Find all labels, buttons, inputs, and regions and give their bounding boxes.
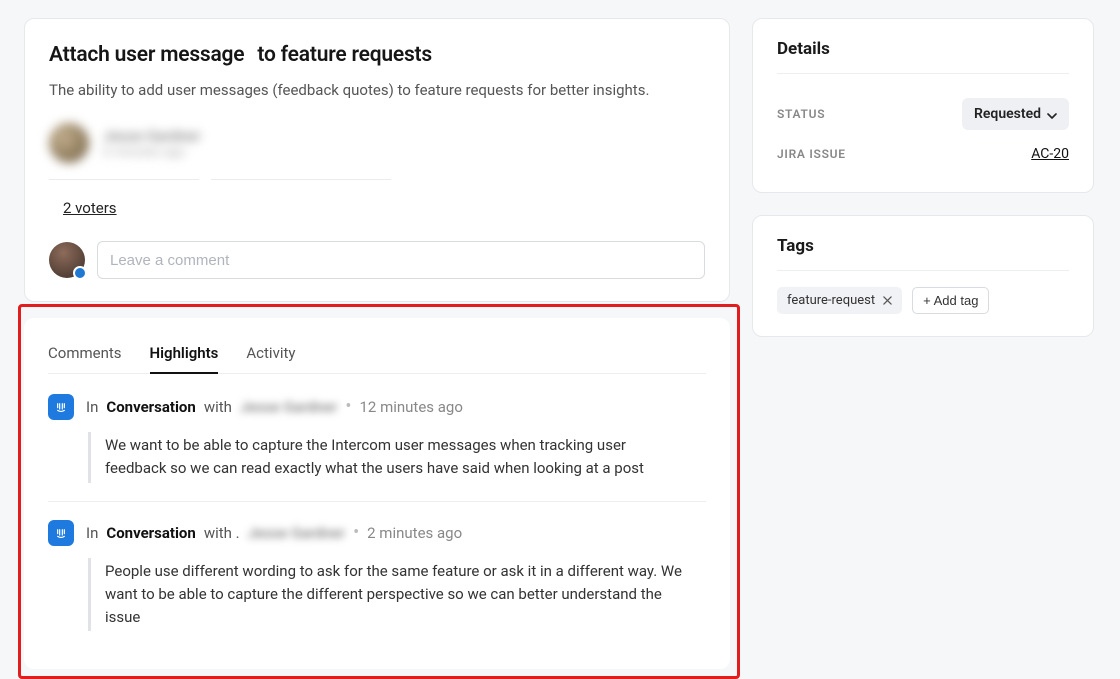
highlights-card: Comments Highlights Activity In bbox=[24, 318, 730, 669]
post-title-part-a: Attach user message bbox=[49, 43, 244, 67]
highlight-conversation[interactable]: Conversation bbox=[106, 524, 195, 542]
verified-badge-icon bbox=[73, 266, 87, 280]
tabs: Comments Highlights Activity bbox=[48, 336, 706, 374]
status-dropdown[interactable]: Requested bbox=[962, 98, 1069, 130]
highlight-quote: People use different wording to ask for … bbox=[88, 558, 688, 632]
post-title: Attach user message to feature requests bbox=[49, 43, 705, 67]
status-value: Requested bbox=[974, 106, 1041, 122]
highlight-in: In bbox=[86, 524, 98, 542]
divider bbox=[777, 73, 1069, 74]
author-name: Jesse Gardner bbox=[103, 127, 201, 145]
jira-issue-link[interactable]: AC-20 bbox=[1031, 146, 1069, 162]
voters-link[interactable]: 2 voters bbox=[63, 199, 117, 217]
intercom-icon bbox=[48, 520, 74, 546]
chevron-down-icon bbox=[1047, 109, 1057, 119]
comment-input[interactable] bbox=[97, 241, 705, 279]
tab-comments[interactable]: Comments bbox=[48, 336, 122, 374]
add-tag-button[interactable]: + Add tag bbox=[912, 287, 989, 314]
author-time: 6 minutes ago bbox=[103, 145, 201, 160]
post-card: Attach user message to feature requests … bbox=[24, 18, 730, 302]
highlight-conversation[interactable]: Conversation bbox=[106, 398, 195, 416]
divider bbox=[777, 270, 1069, 271]
post-author: Jesse Gardner 6 minutes ago bbox=[49, 123, 705, 163]
highlight-with: with . bbox=[204, 524, 240, 542]
post-description: The ability to add user messages (feedba… bbox=[49, 81, 705, 99]
tag-label: feature-request bbox=[787, 293, 875, 308]
highlight-item: In Conversation with . Jesse Gardner • 2… bbox=[48, 520, 706, 632]
tab-highlights[interactable]: Highlights bbox=[150, 336, 219, 374]
intercom-icon bbox=[48, 394, 74, 420]
highlight-time: 2 minutes ago bbox=[367, 524, 462, 542]
details-card: Details STATUS Requested JIRA ISSUE AC-2… bbox=[752, 18, 1094, 193]
status-label: STATUS bbox=[777, 107, 825, 121]
jira-label: JIRA ISSUE bbox=[777, 147, 846, 161]
current-user-avatar bbox=[49, 242, 85, 278]
tags-card: Tags feature-request + Add tag bbox=[752, 215, 1094, 337]
highlight-name: Jesse Gardner bbox=[248, 524, 346, 542]
details-title: Details bbox=[777, 39, 1069, 59]
highlight-quote: We want to be able to capture the Interc… bbox=[88, 432, 688, 483]
highlight-time: 12 minutes ago bbox=[359, 398, 462, 416]
highlight-with: with bbox=[204, 398, 232, 416]
highlight-in: In bbox=[86, 398, 98, 416]
author-avatar bbox=[49, 123, 89, 163]
tab-activity[interactable]: Activity bbox=[246, 336, 295, 374]
post-title-part-b: to feature requests bbox=[257, 43, 432, 67]
comment-composer bbox=[49, 241, 705, 279]
highlight-name: Jesse Gardner bbox=[240, 398, 338, 416]
remove-tag-button[interactable] bbox=[883, 295, 892, 307]
highlight-item: In Conversation with Jesse Gardner • 12 … bbox=[48, 394, 706, 502]
author-divider bbox=[49, 179, 705, 180]
tag-chip: feature-request bbox=[777, 287, 902, 314]
tags-title: Tags bbox=[777, 236, 1069, 256]
